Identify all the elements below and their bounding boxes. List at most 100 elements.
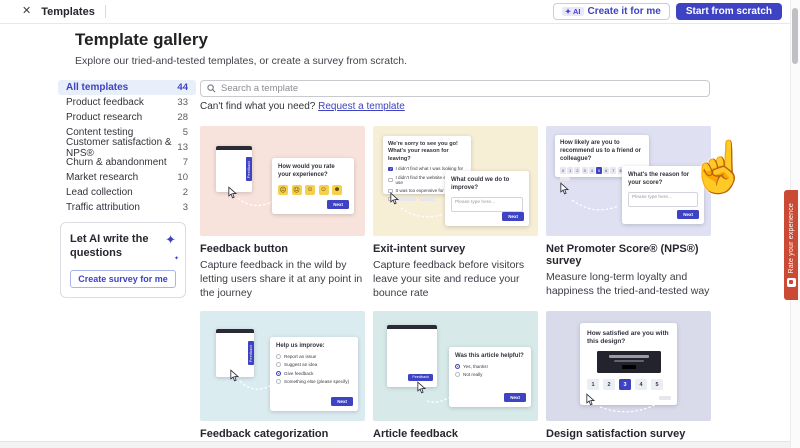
mini-next-button: Next	[677, 210, 699, 219]
mini-survey-popup: How would you rate your experience? ☹ ☹ …	[272, 158, 354, 214]
create-it-for-me-label: Create it for me	[587, 6, 661, 17]
template-grid: Feedback How would you rate your experie…	[200, 126, 712, 448]
mini-next-button: Next	[327, 200, 349, 209]
radio	[455, 372, 460, 378]
nps-selected: 5	[595, 167, 602, 175]
preview-article-feedback: Feedback Was this article helpful? Yes, …	[373, 310, 538, 421]
mini-design-image	[596, 351, 661, 374]
checkbox	[388, 177, 393, 183]
page-subtitle: Explore our tried-and-tested templates, …	[75, 55, 408, 67]
rate-experience-label: Rate your experience	[787, 203, 795, 274]
sidebar-item-lead-collection[interactable]: Lead collection 2	[58, 185, 196, 200]
connector-curve	[426, 394, 454, 403]
radio-selected	[455, 363, 460, 369]
preview-nps: How likely are you to recommend us to a …	[546, 126, 711, 236]
mini-survey-popup: Was this article helpful? Yes, thanks! N…	[449, 346, 531, 407]
emoji-happy: ☺	[318, 184, 329, 195]
window-title: Templates	[41, 5, 95, 18]
card-description: Measure long-term loyalty and happiness …	[546, 271, 710, 298]
template-card-article-feedback[interactable]: Feedback Was this article helpful? Yes, …	[373, 310, 538, 448]
hand-cursor-icon: ☝	[688, 139, 751, 195]
cursor-icon	[390, 192, 399, 205]
search-input[interactable]	[221, 83, 703, 94]
rate-experience-tab[interactable]: Rate your experience	[784, 190, 798, 300]
template-card-nps[interactable]: How likely are you to recommend us to a …	[546, 126, 711, 301]
vertical-scrollbar-thumb[interactable]	[792, 8, 798, 64]
radio-selected	[276, 370, 281, 376]
emoji-neutral: ☺	[305, 184, 315, 195]
count-badge: 5	[182, 127, 188, 138]
connector-curve	[571, 199, 619, 211]
feedback-widget-icon	[786, 277, 796, 287]
template-card-exit-intent[interactable]: We're sorry to see you go! What's your r…	[373, 126, 538, 301]
mini-feedback-tab: Feedback	[248, 340, 254, 365]
divider	[104, 5, 106, 18]
emoji-angry: ☹	[278, 184, 288, 195]
create-survey-for-me-button[interactable]: Create survey for me	[70, 269, 176, 288]
preview-feedback-button: Feedback How would you rate your experie…	[200, 126, 365, 236]
ai-badge-icon: ✦ AI	[561, 6, 584, 17]
mini-feedback-button: Feedback	[408, 373, 433, 381]
ai-box-title: Let AI write the questions	[70, 233, 149, 259]
mini-feedback-tab: Feedback	[246, 157, 252, 181]
mini-survey-popup-2: What could we do to improve? Please type…	[445, 171, 529, 226]
mini-browser-titlebar	[387, 324, 437, 329]
template-card-feedback-categorization[interactable]: Feedback Help us improve: Report an issu…	[200, 310, 365, 448]
card-description: Capture feedback in the wild by letting …	[200, 259, 363, 300]
search-box[interactable]	[200, 80, 710, 97]
sidebar-item-product-feedback[interactable]: Product feedback 33	[58, 95, 196, 110]
template-card-design-satisfaction[interactable]: How satisfied are you with this design? …	[546, 310, 711, 448]
emoji-sad: ☹	[291, 184, 302, 195]
ai-promo-box: Let AI write the questions ✦ ✦ Create sur…	[60, 222, 186, 298]
checkbox-checked	[388, 166, 393, 172]
cursor-icon	[586, 393, 595, 405]
card-title: Design satisfaction survey	[546, 427, 686, 440]
search-icon	[207, 84, 216, 93]
horizontal-scrollbar[interactable]	[0, 441, 790, 448]
count-badge: 33	[177, 97, 188, 108]
count-badge: 28	[177, 112, 188, 123]
card-title: Net Promoter Score® (NPS®) survey	[546, 243, 699, 267]
cursor-icon	[417, 381, 426, 393]
count-badge: 10	[177, 172, 188, 183]
preview-design-satisfaction: How satisfied are you with this design? …	[546, 310, 711, 421]
mini-browser-window: Feedback	[387, 324, 437, 387]
mini-next-button: Next	[331, 396, 353, 406]
connector-curve	[400, 207, 444, 218]
cursor-icon	[228, 186, 237, 199]
sidebar-item-all-templates[interactable]: All templates 44	[58, 80, 196, 95]
count-badge: 3	[182, 202, 188, 213]
connector-curve	[237, 197, 277, 207]
count-badge: 7	[182, 157, 188, 168]
create-it-for-me-button[interactable]: ✦ AI Create it for me	[552, 3, 670, 20]
radio	[276, 379, 281, 385]
connector-curve	[599, 400, 663, 412]
mini-browser-titlebar	[216, 328, 254, 333]
sidebar-item-customer-satisfaction[interactable]: Customer satisfaction & NPS® 13	[58, 137, 196, 159]
sidebar-item-market-research[interactable]: Market research 10	[58, 170, 196, 185]
emoji-love: ☻	[332, 184, 342, 195]
mini-next-button: Next	[502, 212, 524, 221]
cursor-icon	[230, 369, 239, 381]
satisfaction-scale: 1 2 3 4 5	[587, 379, 670, 391]
mini-survey-popup: Help us improve: Report an issue Suggest…	[270, 336, 358, 411]
radio	[276, 353, 281, 359]
sidebar-item-traffic-attribution[interactable]: Traffic attribution 3	[58, 200, 196, 215]
card-title: Exit-intent survey	[373, 243, 466, 255]
sparkle-icon: ✦ ✦	[165, 232, 179, 262]
preview-exit-intent: We're sorry to see you go! What's your r…	[373, 126, 538, 236]
sidebar-item-product-research[interactable]: Product research 28	[58, 110, 196, 125]
cursor-icon	[560, 182, 569, 195]
start-from-scratch-button[interactable]: Start from scratch	[675, 3, 782, 20]
card-description: Capture feedback before visitors leave y…	[373, 259, 525, 300]
mini-next-button: Next	[504, 392, 526, 402]
count-badge: 44	[177, 82, 188, 93]
request-template-link[interactable]: Request a template	[318, 101, 405, 112]
card-title: Article feedback	[373, 427, 458, 440]
mini-text-input: Please type here...	[451, 196, 523, 212]
close-icon[interactable]: ✕	[22, 6, 31, 17]
count-badge: 13	[177, 142, 188, 153]
template-card-feedback-button[interactable]: Feedback How would you rate your experie…	[200, 126, 365, 301]
top-bar: ✕ Templates ✦ AI Create it for me Start …	[0, 0, 800, 24]
mini-browser-titlebar	[216, 146, 252, 150]
